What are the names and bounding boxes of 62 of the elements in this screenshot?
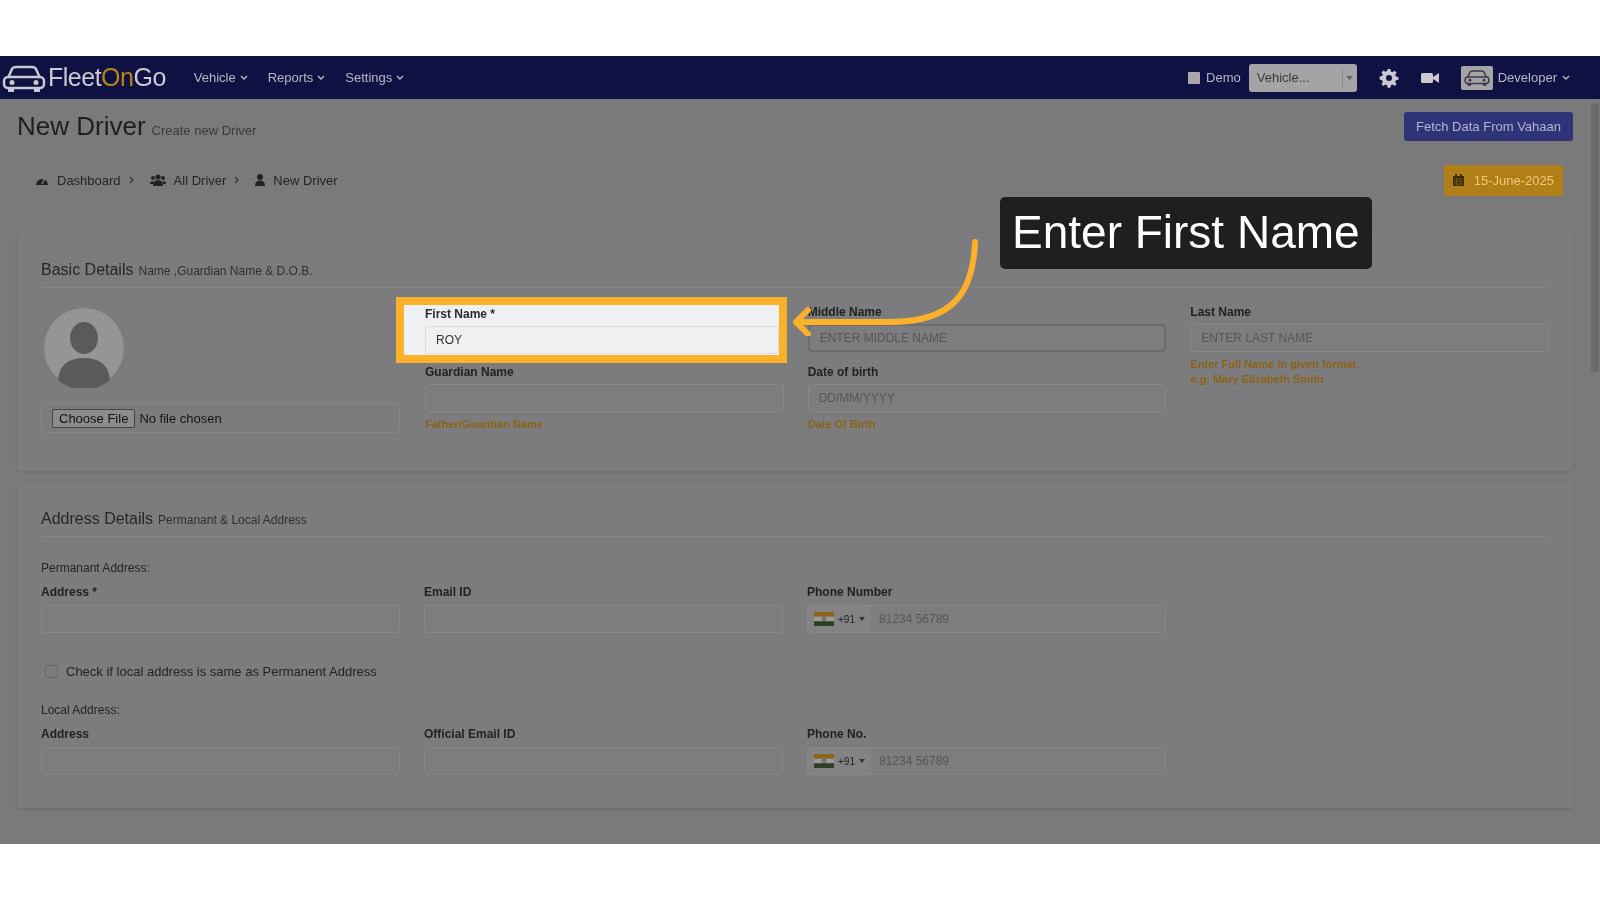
nav-menu[interactable]: Settings xyxy=(335,66,415,89)
chevron-down-icon xyxy=(317,74,326,81)
checkbox[interactable] xyxy=(45,664,58,678)
car-avatar-icon xyxy=(1463,68,1490,87)
india-flag-icon xyxy=(814,612,834,626)
demo-label: Demo xyxy=(1206,70,1241,85)
field-label: Address xyxy=(41,727,90,741)
hint-text: Enter Full Name in given format, e.g: Mary Elizabeth Smith xyxy=(1190,357,1361,387)
chevron-down-icon xyxy=(396,74,405,81)
users-icon xyxy=(149,174,166,186)
chevron-right-icon xyxy=(234,176,240,184)
field-label: Phone Number xyxy=(807,585,893,599)
field-label: Address * xyxy=(41,585,98,599)
section-subtitle: Name ,Guardian Name & D.O.B. xyxy=(138,264,313,278)
page-subtitle: Create new Driver xyxy=(151,122,257,138)
user-icon xyxy=(255,174,266,186)
group-label: Local Address: xyxy=(41,703,121,717)
hint-text: Father/Guardian Name xyxy=(425,417,544,432)
vehicle-select[interactable]: Vehicle... xyxy=(1248,63,1357,92)
field-label: Date of birth xyxy=(807,365,879,379)
video-camera-icon[interactable] xyxy=(1420,70,1439,85)
section-title: Basic Details xyxy=(41,261,134,279)
breadcrumb-link[interactable]: New Driver xyxy=(273,172,338,188)
choose-file-button[interactable]: Choose File xyxy=(52,408,136,428)
hint-text: Date Of Birth xyxy=(807,417,877,432)
india-flag-icon xyxy=(814,754,834,768)
section-subtitle: Permanant & Local Address xyxy=(158,513,307,527)
fetch-button[interactable]: Fetch Data From Vahaan xyxy=(1404,111,1573,141)
group-label: Permanant Address: xyxy=(41,561,151,575)
chevron-down-icon xyxy=(1562,74,1570,81)
calendar-icon xyxy=(1452,174,1464,186)
text-input[interactable]: ROY xyxy=(425,326,779,354)
settings-icon[interactable] xyxy=(1378,67,1399,88)
chevron-right-icon xyxy=(128,176,134,184)
caret-down-icon xyxy=(1346,75,1354,80)
field-label: Guardian Name xyxy=(425,365,514,379)
file-status: No file chosen xyxy=(139,410,222,426)
country-code-select[interactable]: +91 xyxy=(808,606,871,632)
caret-down-icon xyxy=(858,617,865,621)
page-title: New Driver xyxy=(17,110,146,142)
field-label: Middle Name xyxy=(807,305,882,319)
logo-text: FleetOnGo xyxy=(48,63,166,92)
breadcrumb-link[interactable]: All Driver xyxy=(173,172,227,188)
breadcrumb-link[interactable]: Dashboard xyxy=(57,172,121,188)
field-label: Email ID xyxy=(424,585,472,599)
country-code-select[interactable]: +91 xyxy=(808,748,871,774)
file-input[interactable]: Choose File No file chosen xyxy=(41,403,400,433)
field-label: Official Email ID xyxy=(424,727,516,741)
caret-down-icon xyxy=(858,759,865,763)
chevron-down-icon xyxy=(239,74,248,81)
nav-menu[interactable]: Vehicle xyxy=(183,66,258,89)
field-label: First Name * xyxy=(425,307,496,321)
avatar-silhouette-icon xyxy=(44,308,124,388)
date-badge: 15-June-2025 xyxy=(1443,164,1563,196)
field-label: Last Name xyxy=(1190,305,1252,319)
demo-checkbox[interactable] xyxy=(1188,71,1201,84)
callout-tooltip: Enter First Name xyxy=(1000,197,1372,269)
user-menu[interactable]: Developer xyxy=(1460,65,1570,90)
checkbox-label: Check if local address is same as Permanent Address xyxy=(66,663,377,679)
field-label: Phone No. xyxy=(807,727,867,741)
section-title: Address Details xyxy=(41,510,154,528)
nav-menu[interactable]: Reports xyxy=(257,66,336,89)
